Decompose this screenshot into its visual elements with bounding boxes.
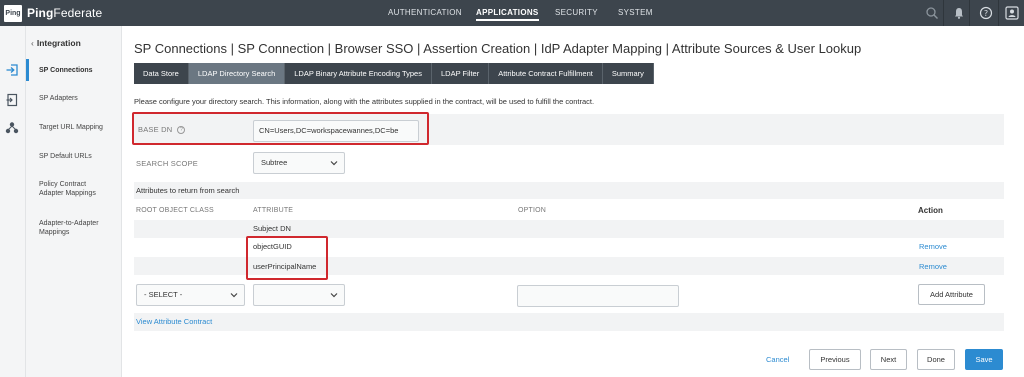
wizard-tabs: Data Store LDAP Directory Search LDAP Bi… xyxy=(134,63,654,84)
bell-icon[interactable] xyxy=(952,6,966,20)
tab-data-store[interactable]: Data Store xyxy=(134,63,189,84)
attributes-section-title: Attributes to return from search xyxy=(136,186,240,195)
remove-userprincipalname-link[interactable]: Remove xyxy=(919,262,947,271)
attribute-cell-subject-dn: Subject DN xyxy=(253,224,291,233)
page-description: Please configure your directory search. … xyxy=(134,97,595,106)
root-object-class-select[interactable]: - SELECT - xyxy=(136,284,245,306)
next-button[interactable]: Next xyxy=(870,349,907,370)
top-divider xyxy=(943,0,944,26)
attribute-select[interactable] xyxy=(253,284,345,306)
top-divider xyxy=(969,0,970,26)
search-scope-select[interactable]: Subtree xyxy=(253,152,345,174)
chevron-down-icon xyxy=(330,161,338,166)
active-indicator xyxy=(26,59,29,81)
view-contract-band xyxy=(134,313,1004,331)
app-logo[interactable]: Ping PingFederate xyxy=(4,4,102,22)
top-divider xyxy=(998,0,999,26)
sidebar-item-sp-connections[interactable]: SP Connections xyxy=(39,66,119,75)
col-attribute: ATTRIBUTE xyxy=(253,207,294,214)
cluster-icon[interactable] xyxy=(5,121,19,135)
root-object-class-value: - SELECT - xyxy=(144,290,183,299)
col-action: Action xyxy=(918,206,943,215)
nav-security[interactable]: SECURITY xyxy=(555,0,598,26)
tab-ldap-directory-search[interactable]: LDAP Directory Search xyxy=(188,63,286,84)
logo-badge: Ping xyxy=(4,4,22,22)
nav-authentication[interactable]: AUTHENTICATION xyxy=(388,0,462,26)
tab-ldap-filter[interactable]: LDAP Filter xyxy=(431,63,490,84)
sidebar-item-policy-contract-adapter-mappings[interactable]: Policy Contract Adapter Mappings xyxy=(39,180,109,198)
attributes-header-band xyxy=(134,182,1004,199)
icon-rail xyxy=(0,26,26,377)
chevron-down-icon xyxy=(330,293,338,298)
document-icon[interactable] xyxy=(5,93,19,107)
page-title: SP Connections | SP Connection | Browser… xyxy=(134,41,862,56)
remove-objectguid-link[interactable]: Remove xyxy=(919,242,947,251)
help-icon[interactable]: ? xyxy=(979,6,993,20)
main-content: SP Connections | SP Connection | Browser… xyxy=(122,26,1024,377)
nav-system[interactable]: SYSTEM xyxy=(618,0,653,26)
sidebar-item-sp-adapters[interactable]: SP Adapters xyxy=(39,94,119,103)
option-input[interactable] xyxy=(517,285,679,307)
tab-summary[interactable]: Summary xyxy=(602,63,654,84)
highlight-box xyxy=(132,112,429,145)
top-bar: Ping PingFederate AUTHENTICATION APPLICA… xyxy=(0,0,1024,26)
svg-text:?: ? xyxy=(984,9,988,18)
app-name: PingFederate xyxy=(27,6,103,20)
chevron-down-icon xyxy=(230,293,238,298)
sidebar-item-target-url-mapping[interactable]: Target URL Mapping xyxy=(39,123,119,132)
chevron-left-icon: ‹ xyxy=(31,38,34,48)
done-button[interactable]: Done xyxy=(917,349,955,370)
sign-in-icon[interactable] xyxy=(5,63,19,77)
highlight-box xyxy=(246,236,328,280)
save-button[interactable]: Save xyxy=(965,349,1003,370)
user-icon[interactable] xyxy=(1005,6,1019,20)
sidebar-item-sp-default-urls[interactable]: SP Default URLs xyxy=(39,152,119,161)
nav-applications[interactable]: APPLICATIONS xyxy=(476,0,539,26)
col-root-object-class: ROOT OBJECT CLASS xyxy=(136,207,214,214)
search-scope-label: SEARCH SCOPE xyxy=(136,159,198,168)
col-option: OPTION xyxy=(518,207,547,214)
search-icon[interactable] xyxy=(925,6,939,20)
add-attribute-button[interactable]: Add Attribute xyxy=(918,284,985,305)
sidebar: ‹ Integration SP Connections SP Adapters … xyxy=(26,26,122,377)
view-attribute-contract-link[interactable]: View Attribute Contract xyxy=(136,317,212,326)
cancel-link[interactable]: Cancel xyxy=(766,355,789,364)
search-scope-value: Subtree xyxy=(261,158,288,167)
previous-button[interactable]: Previous xyxy=(809,349,861,370)
sidebar-item-adapter-to-adapter-mappings[interactable]: Adapter-to-Adapter Mappings xyxy=(39,219,111,237)
tab-attribute-contract-fulfillment[interactable]: Attribute Contract Fulfillment xyxy=(489,63,603,84)
sidebar-back-integration[interactable]: ‹ Integration xyxy=(31,38,81,48)
tab-ldap-binary-attribute-encoding-types[interactable]: LDAP Binary Attribute Encoding Types xyxy=(285,63,432,84)
